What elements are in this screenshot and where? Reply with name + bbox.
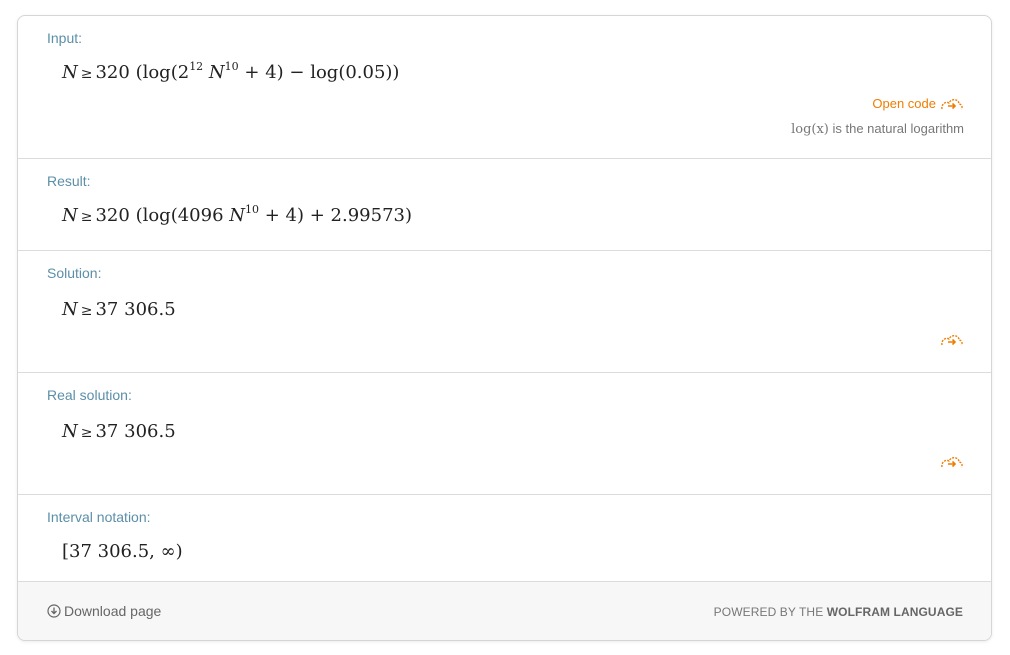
- cloud-arrow-icon[interactable]: [940, 455, 964, 469]
- pod-title-input: Input:: [47, 30, 83, 46]
- powered-brand: WOLFRAM LANGUAGE: [826, 605, 963, 619]
- download-page-label: Download page: [64, 603, 162, 619]
- real-solution-tools: [940, 453, 964, 471]
- pod-input: Input: N ≥320 (log(212 N10 + 4) − log(0.0…: [18, 16, 991, 159]
- footer: Download page POWERED BY THE WOLFRAM LAN…: [18, 581, 991, 640]
- powered-by[interactable]: POWERED BY THE WOLFRAM LANGUAGE: [714, 605, 963, 619]
- download-icon: [47, 604, 61, 618]
- cloud-arrow-icon: [941, 98, 963, 110]
- result-expression: N ≥320 (log(4096 N10 + 4) + 2.99573): [62, 203, 413, 226]
- pod-title-interval: Interval notation:: [47, 509, 151, 525]
- solution-tools: [940, 331, 964, 349]
- log-note-fn: log(x): [791, 122, 829, 137]
- input-tools: Open code log(x) is the natural logarith…: [791, 95, 964, 137]
- solution-expression: N ≥37 306.5: [62, 299, 176, 320]
- real-solution-expression: N ≥37 306.5: [62, 421, 176, 442]
- pod-solution: Solution: N ≥37 306.5: [18, 251, 991, 373]
- pod-title-solution: Solution:: [47, 265, 102, 281]
- pod-result: Result: N ≥320 (log(4096 N10 + 4) + 2.995…: [18, 159, 991, 251]
- results-card: Input: N ≥320 (log(212 N10 + 4) − log(0.0…: [17, 15, 992, 641]
- cloud-arrow-icon[interactable]: [940, 333, 964, 347]
- open-code-label: Open code: [872, 96, 936, 111]
- pod-interval: Interval notation: [37 306.5, ∞): [18, 495, 991, 583]
- pod-real-solution: Real solution: N ≥37 306.5: [18, 373, 991, 495]
- log-note: log(x) is the natural logarithm: [791, 121, 964, 137]
- input-expression: N ≥320 (log(212 N10 + 4) − log(0.05)): [62, 60, 400, 83]
- pod-title-result: Result:: [47, 173, 91, 189]
- open-code-button[interactable]: Open code: [872, 96, 964, 111]
- download-page-button[interactable]: Download page: [47, 603, 161, 619]
- pod-title-real-solution: Real solution:: [47, 387, 132, 403]
- powered-prefix: POWERED BY THE: [713, 605, 827, 619]
- interval-expression: [37 306.5, ∞): [62, 541, 183, 562]
- log-note-text: is the natural logarithm: [828, 121, 964, 136]
